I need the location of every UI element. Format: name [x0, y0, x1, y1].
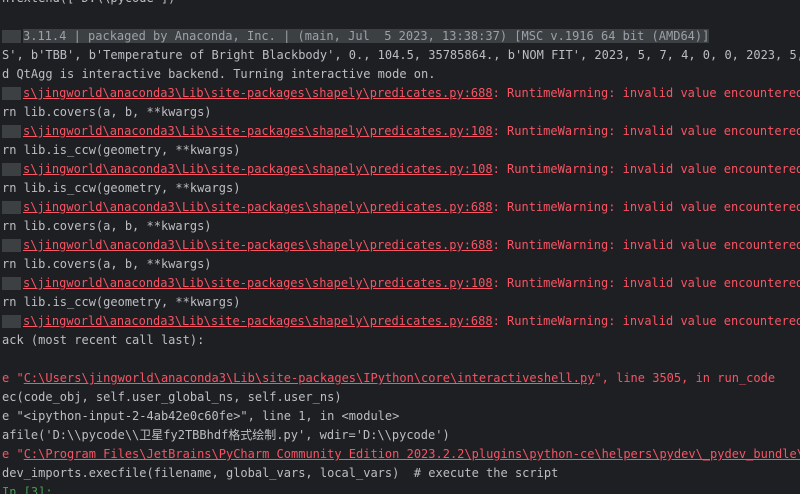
python-version-line: 3.11.4 | packaged by Anaconda, Inc. | (m…	[2, 27, 800, 46]
file-link[interactable]: C:\Program Files\JetBrains\PyCharm Commu…	[24, 447, 800, 461]
file-link[interactable]: s\jingworld\anaconda3\Lib\site-packages\…	[23, 238, 493, 252]
traceback-frame-line: e "<ipython-input-2-4ab42e0c60fe>", line…	[2, 407, 800, 426]
runtime-warning-line: s\jingworld\anaconda3\Lib\site-packages\…	[2, 84, 800, 103]
console-text: e "<ipython-input-2-4ab42e0c60fe>", line…	[2, 409, 399, 423]
warning-source-line: rn lib.covers(a, b, **kwargs)	[2, 217, 800, 236]
warning-source-line: rn lib.is_ccw(geometry, **kwargs)	[2, 141, 800, 160]
blank-line	[2, 8, 800, 27]
warning-source-line: rn lib.is_ccw(geometry, **kwargs)	[2, 293, 800, 312]
data-output-line: S', b'TBB', b'Temperature of Bright Blac…	[2, 46, 800, 65]
console-text: d QtAgg is interactive backend. Turning …	[2, 67, 435, 81]
ipython-prompt: In [3]:	[2, 485, 60, 494]
warning-source-line: rn lib.covers(a, b, **kwargs)	[2, 103, 800, 122]
file-link[interactable]: s\jingworld\anaconda3\Lib\site-packages\…	[23, 200, 493, 214]
runtime-warning-line: s\jingworld\anaconda3\Lib\site-packages\…	[2, 160, 800, 179]
console-text: : RuntimeWarning: invalid value encounte…	[493, 200, 800, 214]
cropped-highlight-box	[2, 163, 21, 176]
file-link[interactable]: s\jingworld\anaconda3\Lib\site-packages\…	[23, 162, 493, 176]
console-text: rn lib.is_ccw(geometry, **kwargs)	[2, 295, 240, 309]
console-text: ", line 3505, in run_code	[594, 371, 775, 385]
cropped-highlight-box	[2, 201, 21, 214]
console-text: h.extend(['D:\\pycode'])	[2, 0, 175, 5]
runtime-warning-line: s\jingworld\anaconda3\Lib\site-packages\…	[2, 122, 800, 141]
console-text: e "	[2, 447, 24, 461]
console-text: : RuntimeWarning: invalid value encounte…	[493, 314, 800, 328]
traceback-frame-line: e "C:\Program Files\JetBrains\PyCharm Co…	[2, 445, 800, 464]
console-text: S', b'TBB', b'Temperature of Bright Blac…	[2, 48, 800, 62]
warning-source-line: rn lib.is_ccw(geometry, **kwargs)	[2, 179, 800, 198]
runtime-warning-line: s\jingworld\anaconda3\Lib\site-packages\…	[2, 198, 800, 217]
blank-line	[2, 350, 800, 369]
traceback-code-line: dev_imports.execfile(filename, global_va…	[2, 464, 800, 483]
console-text: : RuntimeWarning: invalid value encounte…	[493, 86, 800, 100]
backend-info-line: d QtAgg is interactive backend. Turning …	[2, 65, 800, 84]
console-text: : RuntimeWarning: invalid value encounte…	[493, 162, 800, 176]
console-text: rn lib.covers(a, b, **kwargs)	[2, 257, 212, 271]
cropped-highlight-box	[2, 125, 21, 138]
cropped-highlight-box	[2, 239, 21, 252]
runtime-warning-line: s\jingworld\anaconda3\Lib\site-packages\…	[2, 236, 800, 255]
cropped-highlight-box	[2, 30, 21, 43]
console-text: afile('D:\\pycode\\卫星fy2TBBhdf格式绘制.py', …	[2, 428, 450, 442]
startup-path-line: h.extend(['D:\\pycode'])	[2, 0, 800, 8]
console-text: rn lib.covers(a, b, **kwargs)	[2, 105, 212, 119]
cropped-highlight-box	[2, 277, 21, 290]
traceback-code-line: ec(code_obj, self.user_global_ns, self.u…	[2, 388, 800, 407]
console-text: 3.11.4 | packaged by Anaconda, Inc. | (m…	[23, 29, 709, 43]
prompt-line: In [3]:	[2, 483, 800, 494]
console-text: ack (most recent call last):	[2, 333, 204, 347]
console-text: rn lib.is_ccw(geometry, **kwargs)	[2, 181, 240, 195]
file-link[interactable]: s\jingworld\anaconda3\Lib\site-packages\…	[23, 314, 493, 328]
cropped-highlight-box	[2, 87, 21, 100]
traceback-frame-line: e "C:\Users\jingworld\anaconda3\Lib\site…	[2, 369, 800, 388]
console-text: : RuntimeWarning: invalid value encounte…	[493, 238, 800, 252]
file-link[interactable]: C:\Users\jingworld\anaconda3\Lib\site-pa…	[24, 371, 595, 385]
console-text: dev_imports.execfile(filename, global_va…	[2, 466, 558, 480]
console-text: : RuntimeWarning: invalid value encounte…	[493, 276, 800, 290]
console-text: ec(code_obj, self.user_global_ns, self.u…	[2, 390, 342, 404]
console-lines: h.extend(['D:\\pycode']) 3.11.4 | package…	[0, 0, 800, 494]
console-text: e "	[2, 371, 24, 385]
file-link[interactable]: s\jingworld\anaconda3\Lib\site-packages\…	[23, 124, 493, 138]
traceback-header-line: ack (most recent call last):	[2, 331, 800, 350]
traceback-code-line: afile('D:\\pycode\\卫星fy2TBBhdf格式绘制.py', …	[2, 426, 800, 445]
file-link[interactable]: s\jingworld\anaconda3\Lib\site-packages\…	[23, 276, 493, 290]
console-text: : RuntimeWarning: invalid value encounte…	[493, 124, 800, 138]
runtime-warning-line: s\jingworld\anaconda3\Lib\site-packages\…	[2, 312, 800, 331]
file-link[interactable]: s\jingworld\anaconda3\Lib\site-packages\…	[23, 86, 493, 100]
runtime-warning-line: s\jingworld\anaconda3\Lib\site-packages\…	[2, 274, 800, 293]
console-text: rn lib.is_ccw(geometry, **kwargs)	[2, 143, 240, 157]
warning-source-line: rn lib.covers(a, b, **kwargs)	[2, 255, 800, 274]
console-text: rn lib.covers(a, b, **kwargs)	[2, 219, 212, 233]
cropped-highlight-box	[2, 315, 21, 328]
python-console: h.extend(['D:\\pycode']) 3.11.4 | package…	[0, 0, 800, 494]
